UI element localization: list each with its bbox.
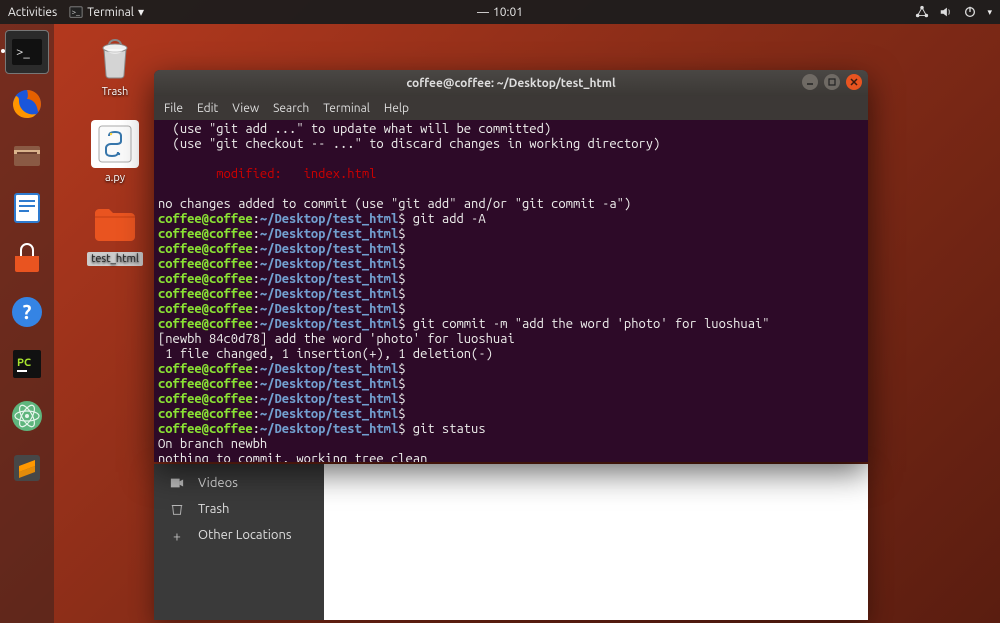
files-window[interactable]: Videos Trash + Other Locations: [154, 464, 868, 620]
volume-icon[interactable]: [939, 5, 953, 19]
video-icon: [170, 476, 184, 490]
activities-button[interactable]: Activities: [8, 6, 57, 19]
svg-text:>_: >_: [16, 45, 30, 59]
top-bar: Activities >_ Terminal ▾ — 10:01 ▾: [0, 0, 1000, 24]
terminal-window[interactable]: coffee@coffee: ~/Desktop/test_html File …: [154, 70, 868, 462]
clock[interactable]: — 10:01: [477, 6, 523, 19]
desktop-trash[interactable]: Trash: [80, 34, 150, 98]
terminal-icon: >_: [9, 34, 45, 70]
chevron-down-icon[interactable]: ▾: [987, 7, 992, 18]
chevron-down-icon: ▾: [138, 5, 144, 19]
menu-file[interactable]: File: [164, 102, 183, 115]
sublime-icon: [9, 450, 45, 486]
dock-software[interactable]: [5, 238, 49, 282]
dock-libreoffice[interactable]: [5, 186, 49, 230]
desktop-trash-label: Trash: [80, 86, 150, 98]
dock-terminal[interactable]: >_: [5, 30, 49, 74]
pycharm-icon: PC: [9, 346, 45, 382]
dock-atom[interactable]: [5, 394, 49, 438]
minimize-button[interactable]: [802, 74, 818, 90]
menu-help[interactable]: Help: [384, 102, 409, 115]
terminal-titlebar[interactable]: coffee@coffee: ~/Desktop/test_html: [154, 70, 868, 96]
dock-firefox[interactable]: [5, 82, 49, 126]
desktop-folder-testhtml[interactable]: test_html: [80, 200, 150, 266]
sidebar-item-label: Videos: [198, 476, 238, 490]
app-menu-label: Terminal: [87, 6, 134, 19]
sidebar-item-videos[interactable]: Videos: [154, 470, 324, 496]
desktop-apy[interactable]: a.py: [80, 120, 150, 184]
sidebar-item-label: Trash: [198, 502, 229, 516]
dock-help[interactable]: ?: [5, 290, 49, 334]
clock-label: 10:01: [493, 6, 523, 19]
writer-icon: [9, 190, 45, 226]
dock-files[interactable]: [5, 134, 49, 178]
close-button[interactable]: [846, 74, 862, 90]
menu-view[interactable]: View: [232, 102, 259, 115]
dock-sublime[interactable]: [5, 446, 49, 490]
help-icon: ?: [9, 294, 45, 330]
software-icon: [9, 242, 45, 278]
app-menu[interactable]: >_ Terminal ▾: [69, 5, 144, 19]
desktop-apy-label: a.py: [80, 172, 150, 184]
menu-search[interactable]: Search: [273, 102, 309, 115]
svg-text:?: ?: [23, 300, 32, 323]
terminal-icon: >_: [69, 5, 83, 19]
launcher-dock: >_ ? PC: [0, 24, 54, 623]
sidebar-item-other-locations[interactable]: + Other Locations: [154, 522, 324, 548]
python-file-icon: [91, 120, 139, 168]
trash-icon: [170, 502, 184, 516]
file-manager-icon: [9, 138, 45, 174]
files-main-pane[interactable]: [324, 464, 868, 620]
svg-text:>_: >_: [72, 9, 80, 17]
folder-icon: [91, 200, 139, 248]
menu-edit[interactable]: Edit: [197, 102, 218, 115]
plus-icon: +: [170, 528, 184, 542]
sidebar-item-trash[interactable]: Trash: [154, 496, 324, 522]
svg-text:PC: PC: [17, 357, 31, 369]
terminal-output[interactable]: (use "git add ..." to update what will b…: [154, 120, 868, 462]
trash-icon: [91, 34, 139, 82]
dock-pycharm[interactable]: PC: [5, 342, 49, 386]
firefox-icon: [9, 86, 45, 122]
window-title: coffee@coffee: ~/Desktop/test_html: [406, 77, 615, 90]
maximize-button[interactable]: [824, 74, 840, 90]
terminal-menubar: File Edit View Search Terminal Help: [154, 96, 868, 120]
sidebar-item-label: Other Locations: [198, 528, 292, 542]
dash-icon: —: [477, 6, 489, 19]
desktop-folder-label: test_html: [87, 252, 143, 266]
menu-terminal[interactable]: Terminal: [323, 102, 370, 115]
files-sidebar: Videos Trash + Other Locations: [154, 464, 324, 620]
power-icon[interactable]: [963, 5, 977, 19]
network-icon[interactable]: [915, 5, 929, 19]
atom-icon: [9, 398, 45, 434]
